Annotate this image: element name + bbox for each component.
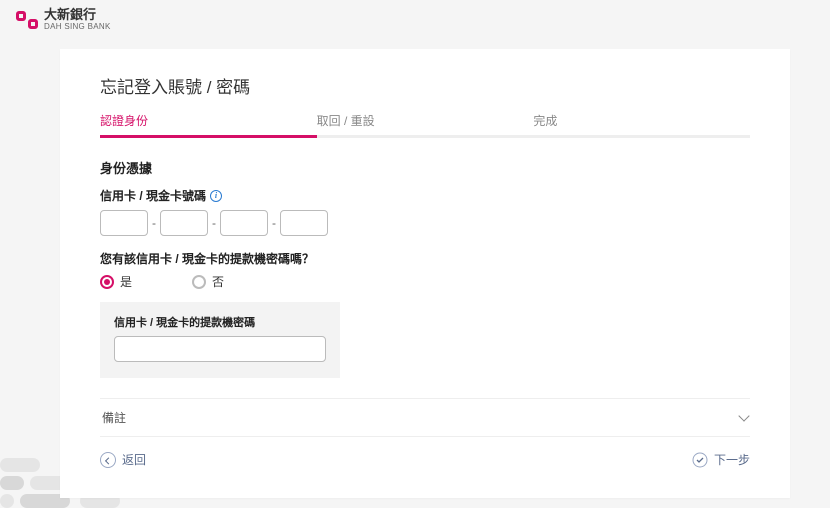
back-button[interactable]: 返回 <box>100 451 146 468</box>
chevron-down-icon <box>738 410 749 421</box>
pin-entry-box: 信用卡 / 現金卡的提款機密碼 <box>100 302 340 378</box>
radio-yes[interactable]: 是 <box>100 273 132 290</box>
remarks-toggle[interactable]: 備註 <box>100 398 750 437</box>
radio-no-indicator <box>192 275 206 289</box>
step-complete: 完成 <box>533 112 750 138</box>
atm-pin-question: 您有該信用卡 / 現金卡的提款機密碼嗎？ <box>100 250 750 267</box>
card-segment-3[interactable] <box>220 210 268 236</box>
radio-no[interactable]: 否 <box>192 273 224 290</box>
step-verify-identity: 認證身份 <box>100 112 317 138</box>
step-indicator: 認證身份 取回 / 重設 完成 <box>100 112 750 138</box>
header: 大新銀行 DAH SING BANK <box>0 0 830 35</box>
info-icon[interactable]: i <box>210 190 222 202</box>
bank-logo-icon <box>16 11 38 29</box>
bank-name-en: DAH SING BANK <box>44 23 111 31</box>
step-retrieve-reset: 取回 / 重設 <box>317 112 534 138</box>
page-title: 忘記登入賬號 / 密碼 <box>100 73 750 98</box>
next-button[interactable]: 下一步 <box>692 451 750 468</box>
card-segment-4[interactable] <box>280 210 328 236</box>
remarks-label: 備註 <box>102 409 126 426</box>
card-number-inputs: - - - <box>100 210 750 236</box>
pin-input[interactable] <box>114 336 326 362</box>
atm-pin-radio-group: 是 否 <box>100 273 750 290</box>
card-number-label: 信用卡 / 現金卡號碼 i <box>100 187 750 204</box>
check-circle-icon <box>692 452 708 468</box>
card-segment-2[interactable] <box>160 210 208 236</box>
nav-row: 返回 下一步 <box>100 451 750 468</box>
main-card: 忘記登入賬號 / 密碼 認證身份 取回 / 重設 完成 身份憑據 信用卡 / 現… <box>60 49 790 498</box>
card-segment-1[interactable] <box>100 210 148 236</box>
pin-label: 信用卡 / 現金卡的提款機密碼 <box>114 314 326 330</box>
arrow-left-circle-icon <box>100 452 116 468</box>
bank-name-zh: 大新銀行 <box>44 8 111 21</box>
radio-yes-indicator <box>100 275 114 289</box>
identity-section-title: 身份憑據 <box>100 158 750 177</box>
